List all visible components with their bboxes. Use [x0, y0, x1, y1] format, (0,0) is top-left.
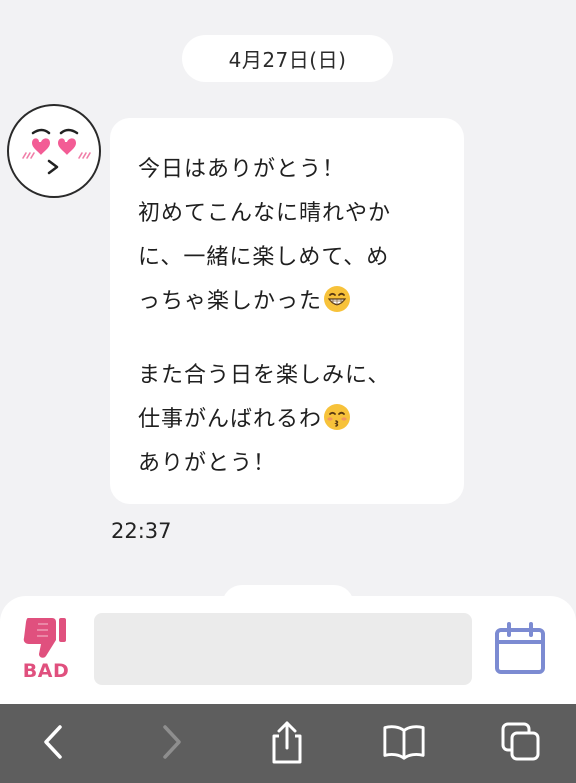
message-line-with-emoji: 仕事がんばれるわ [138, 398, 438, 442]
message-line: 初めてこんなに晴れやか [138, 201, 392, 226]
share-button[interactable] [265, 720, 309, 764]
bookmarks-button[interactable] [382, 720, 426, 764]
thumbs-down-icon [23, 618, 66, 658]
message-line: 仕事がんばれるわ [138, 407, 323, 432]
share-icon [272, 721, 302, 764]
heart-eyes-face-icon [22, 128, 91, 175]
message-input[interactable] [94, 613, 472, 685]
kissing-face-emoji-icon [324, 404, 351, 430]
tabs-button[interactable] [499, 720, 543, 764]
message-timestamp: 22:37 [111, 519, 172, 543]
bad-label: BAD [22, 660, 70, 682]
avatar[interactable] [7, 104, 101, 198]
message-line-with-emoji: っちゃ楽しかった [138, 280, 438, 324]
message-composer: BAD [0, 596, 576, 704]
tabs-icon [501, 722, 540, 761]
forward-icon [163, 725, 181, 759]
message-line: また合う日を楽しみに、 [138, 363, 391, 388]
message-line: 今日はありがとう！ [138, 157, 346, 182]
message-bubble: 今日はありがとう！ 初めてこんなに晴れやか に、一緒に楽しめて、め っちゃ楽しか… [110, 118, 464, 504]
browser-toolbar [0, 704, 576, 783]
calendar-button[interactable] [494, 622, 546, 676]
date-label: 4月27日(日) [228, 48, 347, 72]
message-line: に、一緒に楽しめて、め [138, 245, 390, 270]
date-separator: 4月27日(日) [182, 35, 393, 82]
bookmarks-icon [383, 725, 425, 760]
grinning-face-emoji-icon [324, 286, 351, 312]
back-button[interactable] [31, 720, 75, 764]
back-icon [44, 725, 62, 759]
message-line: ありがとう！ [138, 451, 277, 476]
bad-button[interactable]: BAD [18, 614, 74, 682]
forward-button[interactable] [150, 720, 194, 764]
message-line: っちゃ楽しかった [138, 289, 323, 314]
calendar-icon [495, 622, 545, 674]
